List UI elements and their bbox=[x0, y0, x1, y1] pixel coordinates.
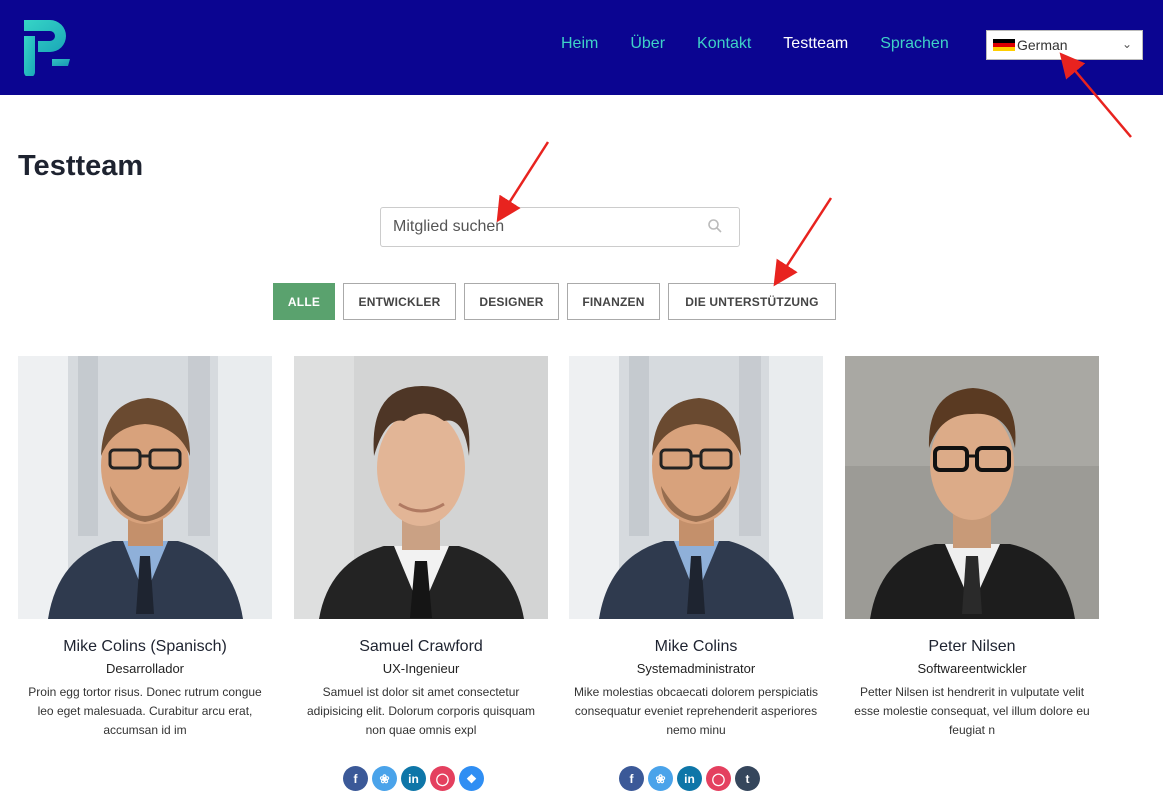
member-description: Proin egg tortor risus. Donec rutrum con… bbox=[28, 685, 262, 737]
facebook-icon[interactable]: f bbox=[619, 766, 644, 791]
linkedin-icon[interactable]: in bbox=[401, 766, 426, 791]
member-description: Samuel ist dolor sit amet consectetur ad… bbox=[306, 685, 536, 737]
member-name: Mike Colins (Spanisch) bbox=[63, 638, 227, 655]
nav-home[interactable]: Heim bbox=[561, 35, 598, 53]
member-card: Mike Colins Systemadministrator Mike mol… bbox=[569, 356, 823, 740]
filter-developers-button[interactable]: ENTWICKLER bbox=[343, 283, 456, 320]
member-search-input[interactable]: Mitglied suchen bbox=[380, 207, 740, 247]
linkedin-icon[interactable]: in bbox=[677, 766, 702, 791]
twitter-icon[interactable]: ❀ bbox=[372, 766, 397, 791]
member-description: Mike molestias obcaecati dolorem perspic… bbox=[573, 685, 819, 737]
logo[interactable] bbox=[20, 14, 76, 76]
search-icon[interactable] bbox=[707, 218, 723, 234]
language-select[interactable]: German ⌄ bbox=[986, 30, 1143, 60]
nav-about[interactable]: Über bbox=[630, 35, 665, 53]
member-photo bbox=[18, 356, 272, 619]
member-card: Mike Colins (Spanisch) Desarrollador Pro… bbox=[18, 356, 272, 740]
dropbox-icon[interactable]: ❖ bbox=[459, 766, 484, 791]
twitter-icon[interactable]: ❀ bbox=[648, 766, 673, 791]
social-links: f ❀ in ◯ t bbox=[619, 766, 764, 791]
site-header: Heim Über Kontakt Testteam Sprachen Germ… bbox=[0, 0, 1163, 95]
german-flag-icon bbox=[993, 38, 1015, 52]
filter-bar: ALLE ENTWICKLER DESIGNER FINANZEN DIE UN… bbox=[273, 283, 844, 320]
search-placeholder: Mitglied suchen bbox=[393, 218, 505, 235]
member-role: Desarrollador bbox=[105, 661, 185, 676]
instagram-icon[interactable]: ◯ bbox=[706, 766, 731, 791]
member-photo bbox=[569, 356, 823, 619]
member-description: Petter Nilsen ist hendrerit in vulputate… bbox=[854, 685, 1090, 737]
member-role: UX-Ingenieur bbox=[382, 661, 460, 676]
member-name: Peter Nilsen bbox=[928, 638, 1016, 655]
annotation-arrow bbox=[773, 197, 833, 287]
social-links: f ❀ in ◯ ❖ bbox=[343, 766, 488, 791]
member-role: Softwareentwickler bbox=[917, 661, 1027, 676]
chevron-down-icon: ⌄ bbox=[1121, 37, 1132, 51]
nav-contact[interactable]: Kontakt bbox=[697, 35, 751, 53]
filter-finance-button[interactable]: FINANZEN bbox=[567, 283, 660, 320]
member-card: Samuel Crawford UX-Ingenieur Samuel ist … bbox=[294, 356, 548, 740]
nav-languages[interactable]: Sprachen bbox=[880, 35, 949, 53]
filter-all-button[interactable]: ALLE bbox=[273, 283, 335, 320]
nav-testteam[interactable]: Testteam bbox=[783, 35, 848, 53]
main-nav: Heim Über Kontakt Testteam Sprachen bbox=[561, 35, 965, 53]
tumblr-icon[interactable]: t bbox=[735, 766, 760, 791]
facebook-icon[interactable]: f bbox=[343, 766, 368, 791]
member-name: Mike Colins bbox=[654, 638, 738, 655]
page-title: Testteam bbox=[18, 150, 144, 182]
filter-designers-button[interactable]: DESIGNER bbox=[464, 283, 559, 320]
member-name: Samuel Crawford bbox=[359, 638, 483, 655]
filter-support-button[interactable]: DIE UNTERSTÜTZUNG bbox=[668, 283, 836, 320]
member-role: Systemadministrator bbox=[636, 661, 756, 676]
annotation-arrow bbox=[496, 141, 550, 223]
instagram-icon[interactable]: ◯ bbox=[430, 766, 455, 791]
member-card: Peter Nilsen Softwareentwickler Petter N… bbox=[845, 356, 1099, 740]
member-photo bbox=[294, 356, 548, 619]
language-select-value: German bbox=[1017, 37, 1068, 53]
member-photo bbox=[845, 356, 1099, 619]
